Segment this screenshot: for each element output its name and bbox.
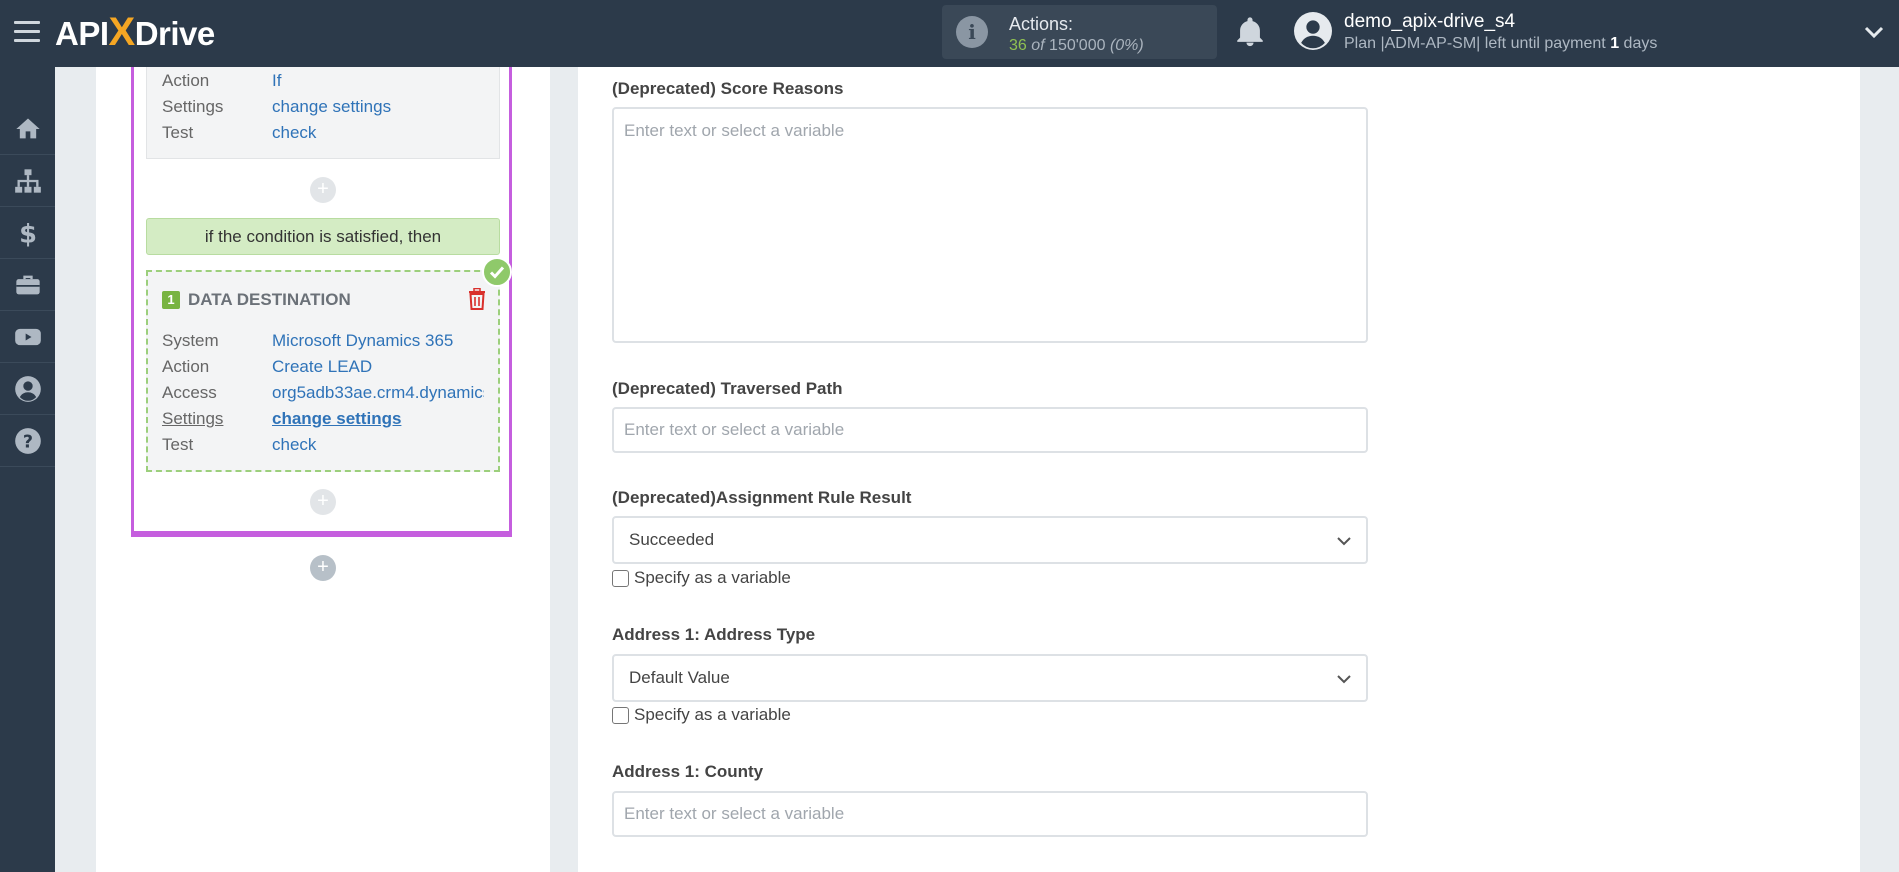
actions-label: Actions: <box>1009 14 1074 34</box>
sidebar-nav: $ ? <box>0 67 55 872</box>
assignment-rule-select[interactable]: Succeeded <box>612 516 1368 564</box>
score-reasons-field[interactable]: Enter text or select a variable <box>612 107 1368 343</box>
data-destination-card[interactable]: 1 DATA DESTINATION System Microsoft Dyna… <box>146 270 500 472</box>
svg-text:?: ? <box>22 432 32 452</box>
user-avatar-icon[interactable] <box>1294 12 1332 50</box>
sitemap-icon <box>14 168 41 193</box>
question-icon: ? <box>14 427 41 454</box>
info-icon: i <box>956 16 988 48</box>
assignment-rule-label: (Deprecated)Assignment Rule Result <box>612 488 912 507</box>
user-plan: Plan |ADM-AP-SM| left until payment 1 da… <box>1344 35 1658 52</box>
address-type-select[interactable]: Default Value <box>612 654 1368 702</box>
settings-form-panel: (Deprecated) Score Reasons Enter text or… <box>578 67 1860 872</box>
nav-item-profile[interactable] <box>0 363 55 415</box>
chevron-down-icon[interactable] <box>1862 20 1886 44</box>
county-field[interactable]: Enter text or select a variable <box>612 791 1368 837</box>
nav-item-videos[interactable] <box>0 311 55 363</box>
nav-item-flows[interactable] <box>0 155 55 207</box>
add-step-button[interactable]: + <box>310 489 336 515</box>
traversed-path-field[interactable]: Enter text or select a variable <box>612 407 1368 453</box>
chevron-down-icon <box>1337 537 1351 546</box>
address-type-label: Address 1: Address Type <box>612 625 816 644</box>
checkbox[interactable] <box>612 569 629 587</box>
flow-panel: Action If Settings change settings Test … <box>96 67 550 872</box>
user-name[interactable]: demo_apix-drive_s4 <box>1344 11 1515 33</box>
bell-icon[interactable] <box>1233 15 1267 49</box>
checkbox[interactable] <box>612 706 629 724</box>
nav-item-home[interactable] <box>0 103 55 155</box>
user-circle-icon <box>14 375 41 402</box>
briefcase-icon <box>15 275 40 294</box>
trash-icon[interactable] <box>467 288 487 310</box>
youtube-icon <box>14 328 41 345</box>
add-step-button[interactable]: + <box>310 177 336 203</box>
score-reasons-label: (Deprecated) Score Reasons <box>612 79 844 98</box>
top-bar: APIXDrive i Actions: 36 of 150'000 (0%) … <box>0 0 1899 67</box>
condition-label: if the condition is satisfied, then <box>146 218 500 255</box>
success-check-icon <box>482 257 512 287</box>
filter-card: Action If Settings change settings Test … <box>146 67 500 159</box>
home-icon <box>15 118 40 138</box>
step-number-badge: 1 <box>162 291 180 309</box>
add-step-button[interactable]: + <box>310 555 336 581</box>
nav-item-projects[interactable] <box>0 259 55 311</box>
chevron-down-icon <box>1337 675 1351 684</box>
dollar-icon: $ <box>19 219 37 247</box>
actions-counter[interactable]: i Actions: 36 of 150'000 (0%) <box>942 5 1217 59</box>
svg-text:$: $ <box>19 219 37 247</box>
hamburger-menu-icon[interactable] <box>14 21 40 43</box>
nav-item-help[interactable]: ? <box>0 415 55 467</box>
county-label: Address 1: County <box>612 762 764 781</box>
address-type-variable-toggle[interactable]: Specify as a variable <box>612 705 791 725</box>
destination-title: DATA DESTINATION <box>188 290 351 309</box>
actions-usage: 36 of 150'000 (0%) <box>1009 37 1144 54</box>
apix-drive-logo[interactable]: APIXDrive <box>55 10 215 56</box>
nav-item-billing[interactable]: $ <box>0 207 55 259</box>
assignment-rule-variable-toggle[interactable]: Specify as a variable <box>612 568 791 588</box>
traversed-path-label: (Deprecated) Traversed Path <box>612 379 843 398</box>
